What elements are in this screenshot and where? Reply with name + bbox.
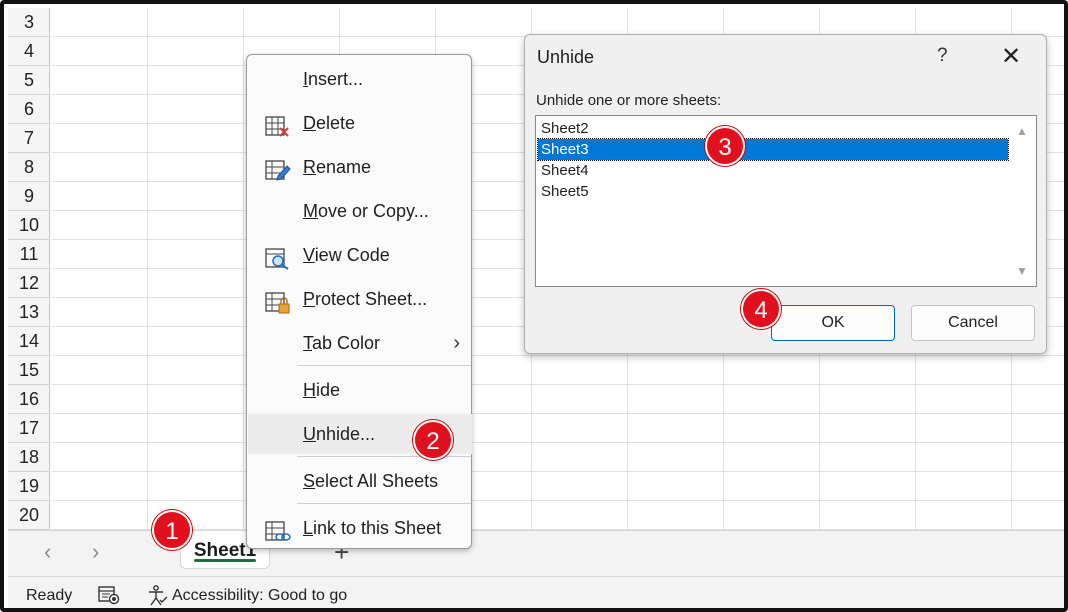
row-header[interactable]: 9 xyxy=(8,182,50,211)
listbox-scrollbar[interactable]: ▲ ▼ xyxy=(1010,116,1036,286)
menu-item-view-code[interactable]: View Code xyxy=(248,235,472,275)
row-header[interactable]: 13 xyxy=(8,298,50,327)
menu-item-tab-color[interactable]: Tab Color › xyxy=(248,323,472,363)
menu-separator xyxy=(297,456,471,457)
menu-item-label: Hide xyxy=(303,380,341,400)
menu-item-protect-sheet[interactable]: Protect Sheet... xyxy=(248,279,472,319)
menu-item-label: Insert... xyxy=(303,69,364,89)
menu-item-label: Rename xyxy=(303,157,372,177)
help-icon[interactable]: ? xyxy=(937,45,948,67)
prev-sheet-arrow-icon[interactable]: ‹ xyxy=(44,539,51,565)
row-header[interactable]: 15 xyxy=(8,356,50,385)
grid-row-line xyxy=(51,384,1064,385)
status-bar: Ready Accessibility: Good to go xyxy=(8,576,1064,608)
step-marker-3: 3 xyxy=(705,126,745,166)
grid-row-line xyxy=(51,442,1064,443)
view-code-icon xyxy=(265,244,291,270)
menu-separator xyxy=(297,503,471,504)
cancel-button[interactable]: Cancel xyxy=(911,305,1035,341)
menu-item-link-to-sheet[interactable]: Link to this Sheet xyxy=(248,508,472,548)
row-header[interactable]: 8 xyxy=(8,153,50,182)
accessibility-status[interactable]: Accessibility: Good to go xyxy=(172,587,347,605)
accessibility-icon[interactable] xyxy=(146,585,168,608)
protect-sheet-icon xyxy=(265,288,291,314)
row-header[interactable]: 6 xyxy=(8,95,50,124)
scroll-up-icon[interactable]: ▲ xyxy=(1016,124,1028,138)
menu-item-select-all-sheets[interactable]: Select All Sheets xyxy=(248,461,472,501)
row-header[interactable]: 12 xyxy=(8,269,50,298)
list-item[interactable]: Sheet4 xyxy=(538,160,1008,181)
menu-item-rename[interactable]: Rename xyxy=(248,147,472,187)
macro-record-icon[interactable] xyxy=(98,585,120,608)
step-marker-4: 4 xyxy=(741,289,781,329)
sheets-listbox[interactable]: Sheet2 Sheet3 Sheet4 Sheet5 ▲ ▼ xyxy=(535,115,1037,287)
row-header[interactable]: 18 xyxy=(8,443,50,472)
row-header[interactable]: 11 xyxy=(8,240,50,269)
menu-item-insert[interactable]: Insert... xyxy=(248,59,472,99)
row-header[interactable]: 20 xyxy=(8,501,50,530)
status-ready: Ready xyxy=(26,587,73,604)
step-marker-1: 1 xyxy=(152,510,192,550)
row-header[interactable]: 14 xyxy=(8,327,50,356)
unhide-dialog: Unhide ? ✕ Unhide one or more sheets: Sh… xyxy=(524,34,1047,354)
dialog-title: Unhide xyxy=(537,47,595,67)
delete-sheet-icon xyxy=(265,112,291,137)
row-header[interactable]: 4 xyxy=(8,37,50,66)
row-header[interactable]: 5 xyxy=(8,66,50,95)
link-sheet-icon xyxy=(265,517,291,541)
row-header[interactable]: 7 xyxy=(8,124,50,153)
grid-row-line xyxy=(51,413,1064,414)
row-header[interactable]: 3 xyxy=(8,8,50,37)
menu-item-label: Select All Sheets xyxy=(303,471,439,491)
menu-item-label: Tab Color xyxy=(303,333,381,353)
step-marker-2: 2 xyxy=(413,420,453,460)
sheet-tab-context-menu: Insert... Delete Rename Move or Copy... … xyxy=(246,54,472,549)
menu-item-label: Move or Copy... xyxy=(303,201,429,221)
menu-item-label: View Code xyxy=(303,245,390,265)
excel-window: 3 4 5 6 7 8 9 10 11 12 13 14 15 16 17 18… xyxy=(0,0,1068,612)
row-headers: 3 4 5 6 7 8 9 10 11 12 13 14 15 16 17 18… xyxy=(8,8,50,530)
close-icon[interactable]: ✕ xyxy=(1001,42,1021,71)
row-header[interactable]: 10 xyxy=(8,211,50,240)
active-tab-underline xyxy=(194,559,256,562)
menu-item-label: Protect Sheet... xyxy=(303,289,428,309)
list-item[interactable]: Sheet2 xyxy=(538,118,1008,139)
scroll-down-icon[interactable]: ▼ xyxy=(1016,264,1028,278)
next-sheet-arrow-icon[interactable]: › xyxy=(92,539,99,565)
menu-item-hide[interactable]: Hide xyxy=(248,370,472,410)
row-header[interactable]: 19 xyxy=(8,472,50,501)
list-item-selected[interactable]: Sheet3 xyxy=(537,138,1009,161)
menu-item-label: Delete xyxy=(303,113,356,133)
menu-item-label: Unhide... xyxy=(303,424,376,444)
ok-button[interactable]: OK xyxy=(771,305,895,341)
row-header[interactable]: 16 xyxy=(8,385,50,414)
sheets-list-label: Unhide one or more sheets: xyxy=(536,92,722,109)
menu-item-delete[interactable]: Delete xyxy=(248,103,472,143)
menu-item-move-or-copy[interactable]: Move or Copy... xyxy=(248,191,472,231)
grid-row-line xyxy=(51,471,1064,472)
list-item[interactable]: Sheet5 xyxy=(538,181,1008,202)
submenu-chevron-icon: › xyxy=(453,332,460,354)
row-header[interactable]: 17 xyxy=(8,414,50,443)
grid-column-line xyxy=(243,8,244,530)
grid-column-line xyxy=(147,8,148,530)
grid-row-line xyxy=(51,500,1064,501)
grid-row-line xyxy=(51,355,1064,356)
menu-separator xyxy=(297,365,471,366)
rename-sheet-icon xyxy=(265,156,291,181)
menu-item-label: Link to this Sheet xyxy=(303,518,442,538)
